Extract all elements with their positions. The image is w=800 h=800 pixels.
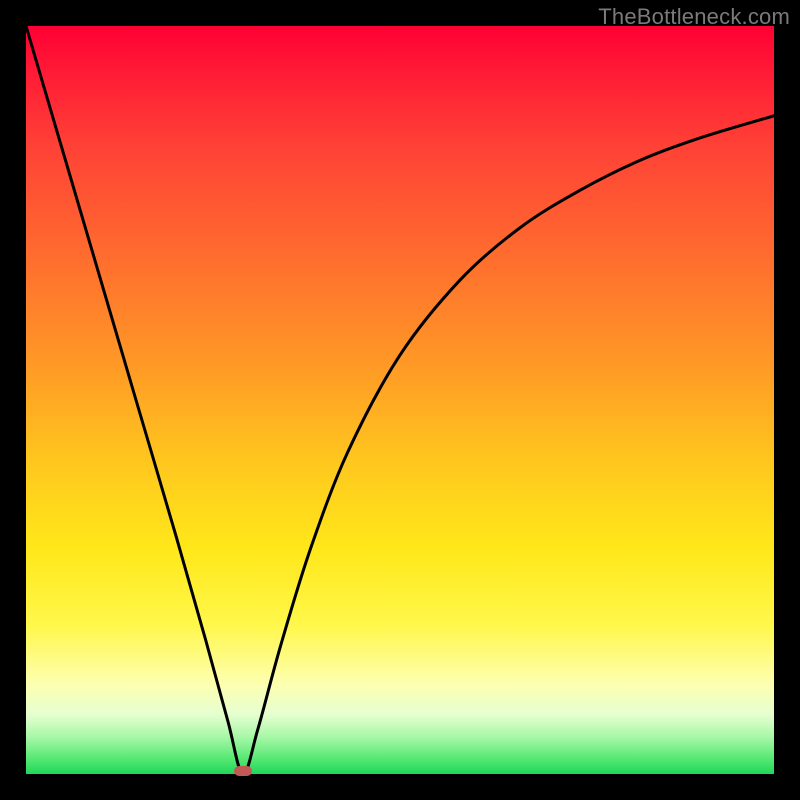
minimum-marker — [234, 766, 252, 776]
bottleneck-curve-path — [26, 26, 774, 774]
chart-frame: TheBottleneck.com — [0, 0, 800, 800]
curve-svg — [26, 26, 774, 774]
watermark-text: TheBottleneck.com — [598, 4, 790, 30]
plot-area — [26, 26, 774, 774]
